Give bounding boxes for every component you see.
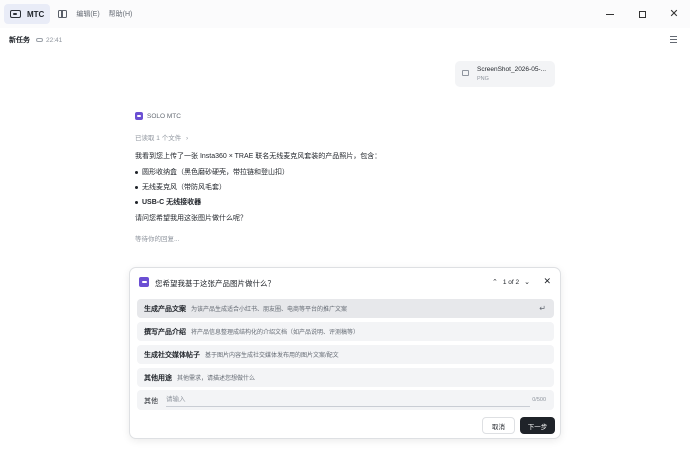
panel-question: 您希望我基于这张产品图片做什么？ [155, 279, 275, 288]
option-desc: 其他需求，请描述您想做什么 [177, 376, 256, 382]
option-other-use[interactable]: 其他用途 其他需求，请描述您想做什么 [137, 368, 554, 387]
option-title: 撰写产品介绍 [144, 328, 186, 336]
attachment-card[interactable]: ScreenShot_2026-05-... PNG [455, 61, 555, 87]
option-desc: 将产品信息整理成结构化的介绍文档（如产品说明、评测稿等） [191, 330, 360, 336]
app-name: MTC [27, 9, 45, 19]
attachment-type: PNG [477, 76, 489, 82]
menu-help[interactable]: 帮助(H) [109, 9, 133, 19]
bullet-text: 无线麦克风（带防风毛套） [142, 184, 226, 191]
message-intro: 我看到您上传了一张 Insta360 × TRAE 联名无线麦克风套装的产品照片… [135, 153, 382, 160]
char-counter: 0/500 [532, 397, 546, 403]
task-time: 22:41 [46, 36, 63, 44]
bullet-icon [135, 200, 138, 204]
read-files-toggle[interactable]: 已读取 1 个文件 › [135, 132, 188, 142]
pager: ⌃ 1 of 2 ⌄ [487, 278, 535, 287]
option-desc: 基于图片内容生成社交媒体发布用的图片文案/配文 [205, 353, 339, 359]
maximize-button[interactable] [626, 0, 658, 28]
message-question: 请问您希望我用这张图片做什么呢？ [135, 215, 247, 222]
agent-name: SOLO MTC [147, 112, 181, 120]
task-menu-icon[interactable] [670, 36, 677, 45]
chevron-right-icon: › [186, 135, 189, 142]
option-title: 生成产品文案 [144, 305, 186, 313]
other-row: 其他 0/500 [137, 390, 554, 410]
bullet-text: 圆形收纳盒（黑色磨砂硬壳，带拉链和登山扣） [142, 169, 289, 176]
app-tab[interactable]: MTC [4, 4, 51, 24]
menu-edit[interactable]: 编辑(E) [76, 9, 99, 19]
read-files-label: 已读取 1 个文件 [135, 135, 182, 142]
close-icon[interactable]: ✕ [543, 276, 551, 287]
option-generate-copy[interactable]: 生成产品文案 为该产品生成适合小红书、朋友圈、电商等平台的推广文案 ↵ [137, 299, 554, 318]
bullet-text: USB-C 无线接收器 [142, 199, 202, 206]
option-title: 其他用途 [144, 374, 172, 382]
question-panel: 您希望我基于这张产品图片做什么？ ⌃ 1 of 2 ⌄ ✕ 生成产品文案 为该产… [129, 267, 561, 439]
close-window-button[interactable]: ✕ [658, 0, 690, 28]
cancel-button[interactable]: 取消 [482, 417, 515, 434]
task-title: 新任务 [9, 37, 30, 44]
next-button[interactable]: 下一步 [520, 417, 555, 434]
option-desc: 为该产品生成适合小红书、朋友圈、电商等平台的推广文案 [191, 307, 348, 313]
bullet-icon [135, 170, 138, 174]
list-item: USB-C 无线接收器 [135, 197, 201, 207]
agent-question-icon [139, 277, 149, 287]
list-item: 圆形收纳盒（黑色磨砂硬壳，带拉链和登山扣） [135, 167, 289, 177]
other-input[interactable] [166, 393, 530, 407]
image-icon [462, 70, 469, 76]
window-controls: ✕ [594, 0, 690, 28]
minimize-button[interactable] [594, 0, 626, 28]
sidebar-toggle-icon[interactable] [58, 10, 68, 18]
agent-avatar [135, 112, 143, 120]
waiting-status: 等待你的回复... [135, 236, 180, 243]
agent-header: SOLO MTC [135, 112, 181, 120]
other-label: 其他 [144, 398, 158, 405]
chevron-up-icon[interactable]: ⌃ [492, 278, 498, 286]
task-header: 新任务 22:41 [0, 30, 690, 50]
option-social-post[interactable]: 生成社交媒体帖子 基于图片内容生成社交媒体发布用的图片文案/配文 [137, 345, 554, 364]
attachment-name: ScreenShot_2026-05-... [477, 66, 547, 73]
minimize-icon [606, 13, 614, 15]
mtc-logo-icon [10, 10, 21, 18]
enter-icon: ↵ [539, 304, 546, 313]
option-product-intro[interactable]: 撰写产品介绍 将产品信息整理成结构化的介绍文档（如产品说明、评测稿等） [137, 322, 554, 341]
title-bar: MTC 编辑(E) 帮助(H) ✕ [0, 0, 690, 28]
chevron-down-icon[interactable]: ⌄ [524, 278, 530, 286]
list-item: 无线麦克风（带防风毛套） [135, 182, 226, 192]
cloud-icon [36, 38, 43, 42]
maximize-icon [638, 10, 646, 18]
bullet-icon [135, 185, 138, 189]
option-title: 生成社交媒体帖子 [144, 351, 200, 359]
close-icon: ✕ [669, 7, 679, 20]
pager-label: 1 of 2 [502, 278, 520, 286]
